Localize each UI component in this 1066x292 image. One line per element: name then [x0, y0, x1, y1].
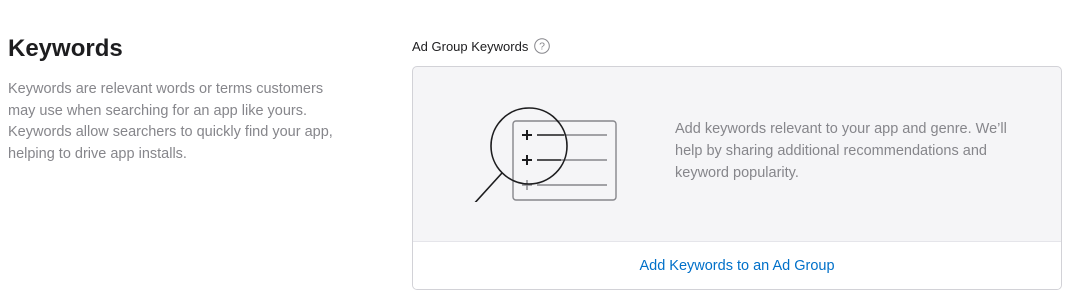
svg-text:?: ?: [539, 41, 545, 53]
magnifier-keyword-list-icon: [467, 82, 627, 207]
keywords-empty-card: Add keywords relevant to your app and ge…: [412, 66, 1062, 290]
field-label-row: Ad Group Keywords ?: [412, 36, 1062, 56]
section-description: Keywords are relevant words or terms cus…: [8, 81, 333, 162]
field-label: Ad Group Keywords: [412, 38, 529, 54]
add-keywords-link[interactable]: Add Keywords to an Ad Group: [639, 258, 834, 274]
card-footer: Add Keywords to an Ad Group: [413, 241, 1061, 289]
empty-state: Add keywords relevant to your app and ge…: [413, 67, 1061, 241]
section-title: Keywords: [8, 35, 123, 62]
ad-group-keywords-field: Ad Group Keywords ? Add keywords relevan…: [412, 36, 1062, 290]
empty-state-message: Add keywords relevant to your app and ge…: [675, 121, 1007, 181]
question-circle-icon[interactable]: ?: [534, 38, 551, 54]
keywords-section-intro: Keywords Keywords are relevant words or …: [8, 34, 348, 165]
